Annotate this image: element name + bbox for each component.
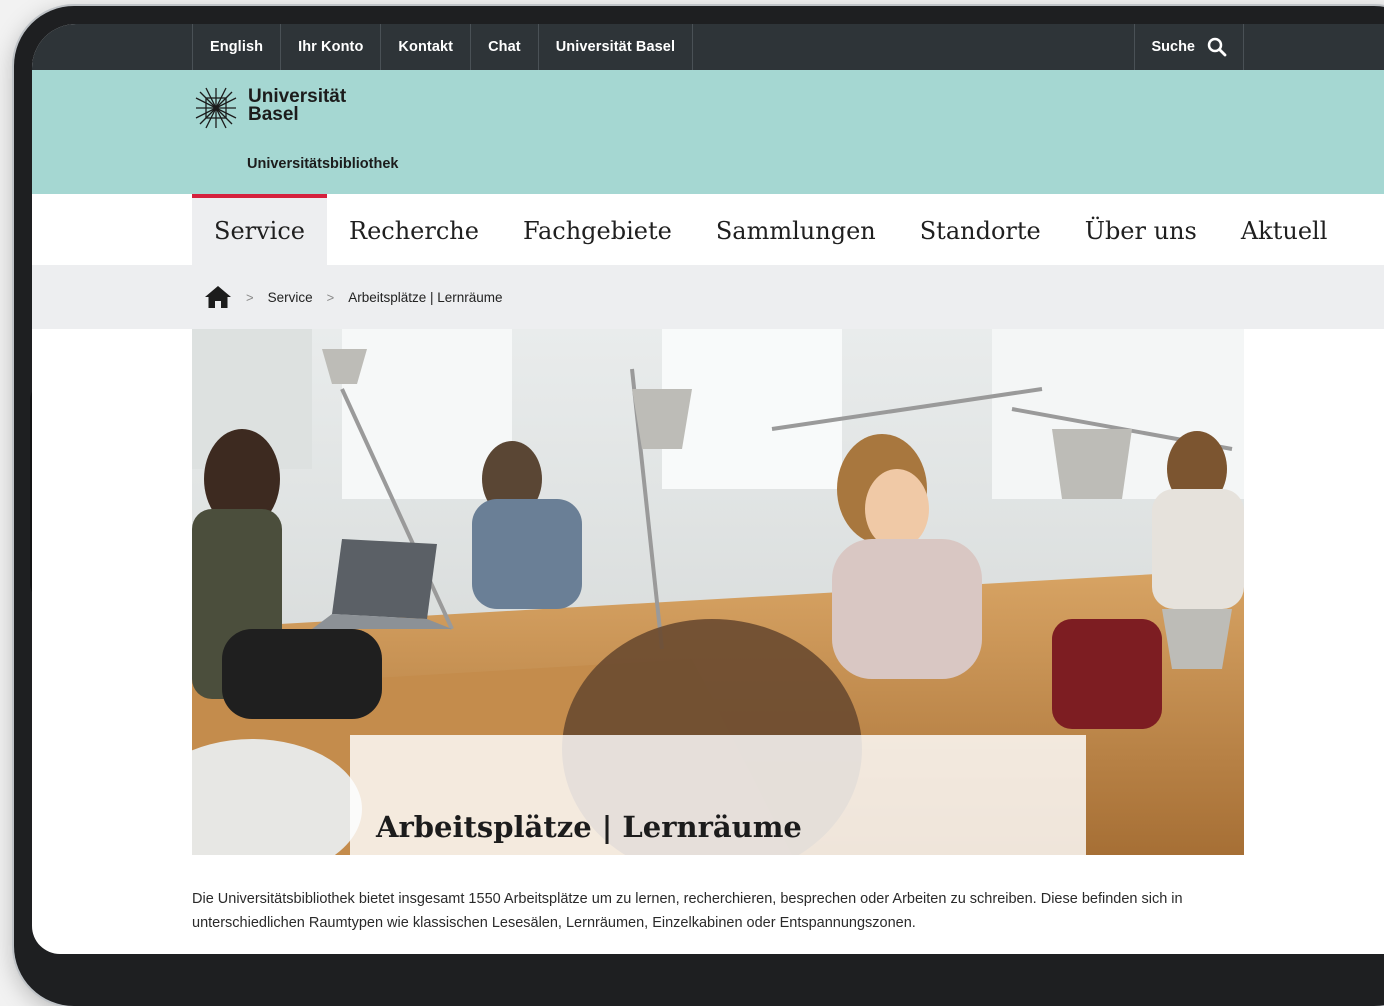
search-label: Suche bbox=[1151, 39, 1195, 55]
chevron-right-icon: > bbox=[326, 289, 335, 305]
home-icon[interactable] bbox=[204, 285, 232, 309]
nav-item-sammlungen[interactable]: Sammlungen bbox=[694, 194, 898, 265]
nav-item-fachgebiete[interactable]: Fachgebiete bbox=[501, 194, 694, 265]
breadcrumb: > Service > Arbeitsplätze | Lernräume bbox=[32, 265, 1384, 329]
breadcrumb-service[interactable]: Service bbox=[268, 290, 313, 305]
top-link-university[interactable]: Universität Basel bbox=[539, 24, 694, 70]
nav-item-service[interactable]: Service bbox=[192, 194, 327, 265]
chevron-right-icon: > bbox=[246, 289, 254, 305]
nav-item-recherche[interactable]: Recherche bbox=[327, 194, 501, 265]
top-link-chat[interactable]: Chat bbox=[471, 24, 539, 70]
search-icon bbox=[1207, 37, 1227, 57]
site-subtitle[interactable]: Universitätsbibliothek bbox=[247, 156, 398, 172]
hero-image: Arbeitsplätze | Lernräume bbox=[192, 329, 1244, 855]
site-header: Universität Basel Universitätsbibliothek bbox=[32, 70, 1384, 194]
university-logo[interactable]: Universität Basel bbox=[192, 84, 346, 132]
top-link-contact[interactable]: Kontakt bbox=[381, 24, 472, 70]
top-link-english[interactable]: English bbox=[192, 24, 282, 70]
page-title: Arbeitsplätze | Lernräume bbox=[376, 810, 802, 845]
utility-bar: English Ihr Konto Kontakt Chat Universit… bbox=[32, 24, 1384, 70]
main-navigation: Service Recherche Fachgebiete Sammlungen… bbox=[192, 194, 1349, 265]
hero-caption-box: Arbeitsplätze | Lernräume bbox=[350, 735, 1086, 855]
logo-line-2: Basel bbox=[248, 104, 299, 125]
search-button[interactable]: Suche bbox=[1134, 24, 1244, 70]
intro-paragraph: Die Universitätsbibliothek bietet insges… bbox=[192, 890, 1183, 931]
browser-screen: English Ihr Konto Kontakt Chat Universit… bbox=[32, 24, 1384, 954]
nav-item-aktuell[interactable]: Aktuell bbox=[1219, 194, 1350, 265]
top-link-account[interactable]: Ihr Konto bbox=[281, 24, 382, 70]
nav-item-standorte[interactable]: Standorte bbox=[898, 194, 1063, 265]
nav-item-ueber-uns[interactable]: Über uns bbox=[1063, 194, 1219, 265]
breadcrumb-current: Arbeitsplätze | Lernräume bbox=[348, 289, 503, 305]
university-logo-icon bbox=[195, 87, 237, 129]
